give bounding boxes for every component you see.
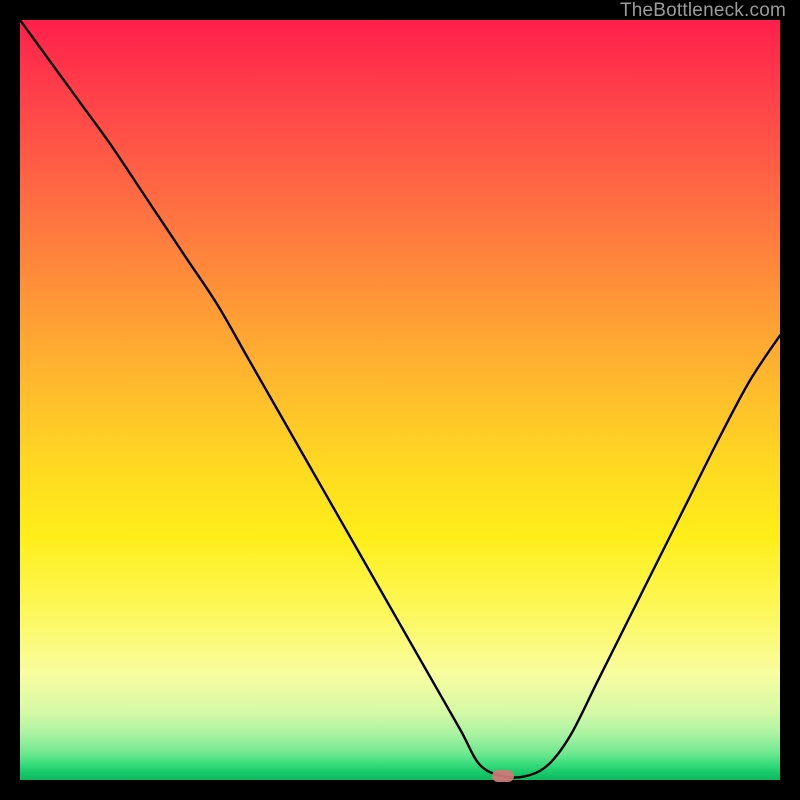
watermark-label: TheBottleneck.com	[620, 0, 786, 22]
line-curve	[20, 20, 780, 780]
highlight-marker	[492, 770, 514, 782]
chart-frame: TheBottleneck.com	[0, 0, 800, 800]
plot-area	[20, 20, 780, 780]
